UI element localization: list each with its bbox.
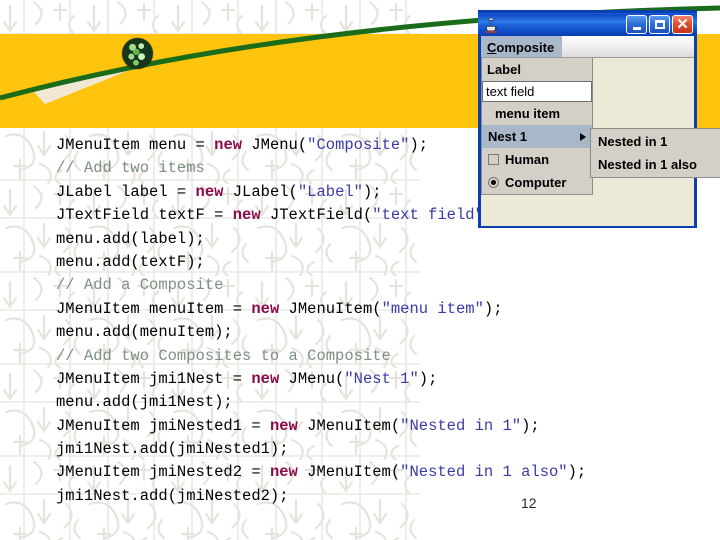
code-token: ); xyxy=(362,182,382,201)
menu-item-nest1[interactable]: Nest 1 xyxy=(482,125,592,148)
nest1-submenu: Nested in 1 Nested in 1 also xyxy=(590,128,720,178)
close-icon: ✕ xyxy=(676,15,689,33)
menu-bar: Composite xyxy=(481,36,694,58)
menu-item-computer-label: Computer xyxy=(505,175,567,190)
code-token: jmi1Nest.add(jmiNested1); xyxy=(56,440,289,459)
code-token: "menu item" xyxy=(381,299,484,318)
code-token: ); xyxy=(567,463,587,482)
code-token: JMenuItem( xyxy=(297,463,401,482)
code-token: "Nest 1" xyxy=(344,369,419,388)
code-token: JLabel label = xyxy=(56,182,196,201)
submenu-arrow-icon xyxy=(580,132,586,141)
code-token: "Label" xyxy=(297,182,363,201)
code-token: "Nested in 1" xyxy=(400,416,522,435)
page-number: 12 xyxy=(521,495,537,511)
code-token: menu.add(jmi1Nest); xyxy=(56,393,233,412)
menu-item-human-label: Human xyxy=(505,152,550,167)
code-line: menu.add(menuItem); xyxy=(56,321,720,344)
code-token: JMenuItem menu = xyxy=(56,136,215,154)
code-token: JLabel( xyxy=(223,182,298,201)
code-token: JMenuItem( xyxy=(279,299,382,318)
code-token: menu.add(textF); xyxy=(56,252,205,271)
checkbox-icon xyxy=(488,154,499,165)
code-token: new xyxy=(251,299,280,318)
code-line: menu.add(textF); xyxy=(56,251,720,274)
code-token: ); xyxy=(409,136,429,154)
java-coffee-cup-icon xyxy=(482,16,500,34)
code-token: ); xyxy=(483,299,503,318)
minimize-icon xyxy=(632,26,641,30)
code-token: // Add two Composites to a Composite xyxy=(56,346,391,365)
code-token: menu.add(menuItem); xyxy=(56,323,233,342)
code-token: new xyxy=(269,416,298,435)
decorative-sphere xyxy=(122,38,153,69)
code-token: JMenuItem menuItem = xyxy=(56,299,252,318)
code-token: "Nested in 1 also" xyxy=(400,463,568,482)
code-line: JMenuItem jmi1Nest = new JMenu("Nest 1")… xyxy=(56,368,720,391)
composite-dropdown-menu: Label text field menu item Nest 1 Human xyxy=(481,58,593,195)
code-token: // Add a Composite xyxy=(56,276,224,295)
maximize-icon xyxy=(654,20,665,29)
window-controls: ✕ xyxy=(626,15,695,34)
menu-textfield[interactable]: text field xyxy=(482,81,592,102)
menu-item-menuitem-text: menu item xyxy=(495,106,561,121)
code-line: // Add a Composite xyxy=(56,274,720,297)
menu-composite-rest: omposite xyxy=(496,40,555,55)
code-token: // Add two items xyxy=(56,159,205,178)
code-token: new xyxy=(214,136,243,154)
code-token: menu.add(label); xyxy=(56,229,205,248)
code-token: JMenuItem jmiNested2 = xyxy=(56,463,270,482)
code-token: ); xyxy=(521,416,540,435)
code-line: menu.add(label); xyxy=(56,228,720,251)
maximize-button[interactable] xyxy=(649,15,670,34)
code-token: new xyxy=(232,206,261,225)
code-token: JTextField( xyxy=(260,206,373,225)
submenu-item-nested-in-1-also[interactable]: Nested in 1 also xyxy=(591,153,720,176)
code-token: JMenuItem( xyxy=(297,416,401,435)
code-token: new xyxy=(251,369,280,388)
code-token: "Composite" xyxy=(307,136,410,154)
submenu-item-nested-in-1[interactable]: Nested in 1 xyxy=(591,130,720,153)
menu-mnemonic: C xyxy=(487,40,497,55)
code-line: JMenuItem jmiNested1 = new JMenuItem("Ne… xyxy=(56,415,720,438)
submenu-item-nested-in-1-text: Nested in 1 xyxy=(598,134,668,149)
code-line: JMenuItem menuItem = new JMenuItem("menu… xyxy=(56,298,720,321)
code-token: JTextField textF = xyxy=(56,206,233,225)
code-token: JMenuItem jmiNested1 = xyxy=(56,416,270,435)
code-line: JMenuItem jmiNested2 = new JMenuItem("Ne… xyxy=(56,461,720,484)
window-title-bar[interactable]: ✕ xyxy=(478,10,697,36)
menu-item-label: Label xyxy=(482,58,592,81)
slide-canvas: JMenuItem menu = new JMenu("Composite");… xyxy=(0,0,720,540)
minimize-button[interactable] xyxy=(626,15,647,34)
code-line: jmi1Nest.add(jmiNested1); xyxy=(56,438,720,461)
code-token: JMenu( xyxy=(279,369,345,388)
code-token: JMenu( xyxy=(242,136,308,154)
close-button[interactable]: ✕ xyxy=(672,15,693,34)
menu-composite-label: Composite xyxy=(487,40,554,55)
radio-icon xyxy=(488,177,499,188)
menu-composite[interactable]: Composite xyxy=(481,36,563,57)
code-token: JMenuItem jmi1Nest = xyxy=(56,369,252,388)
code-token: "text field" xyxy=(372,206,484,225)
code-line: jmi1Nest.add(jmiNested2); xyxy=(56,485,720,508)
menu-item-nest1-text: Nest 1 xyxy=(488,129,528,144)
menu-item-computer-radio[interactable]: Computer xyxy=(482,171,592,194)
code-token: new xyxy=(195,182,224,201)
submenu-item-nested-in-1-also-text: Nested in 1 also xyxy=(598,157,697,172)
code-line: // Add two Composites to a Composite xyxy=(56,345,720,368)
menu-item-label-text: Label xyxy=(487,62,521,77)
java-app-window: ✕ Composite Label text field menu item N… xyxy=(478,10,697,228)
menu-item-human-checkbox[interactable]: Human xyxy=(482,148,592,171)
code-line: menu.add(jmi1Nest); xyxy=(56,391,720,414)
code-token: jmi1Nest.add(jmiNested2); xyxy=(56,486,289,505)
code-token: new xyxy=(269,463,298,482)
menu-textfield-value: text field xyxy=(486,84,535,99)
menu-item-menuitem[interactable]: menu item xyxy=(482,102,592,125)
code-token: ); xyxy=(418,369,438,388)
